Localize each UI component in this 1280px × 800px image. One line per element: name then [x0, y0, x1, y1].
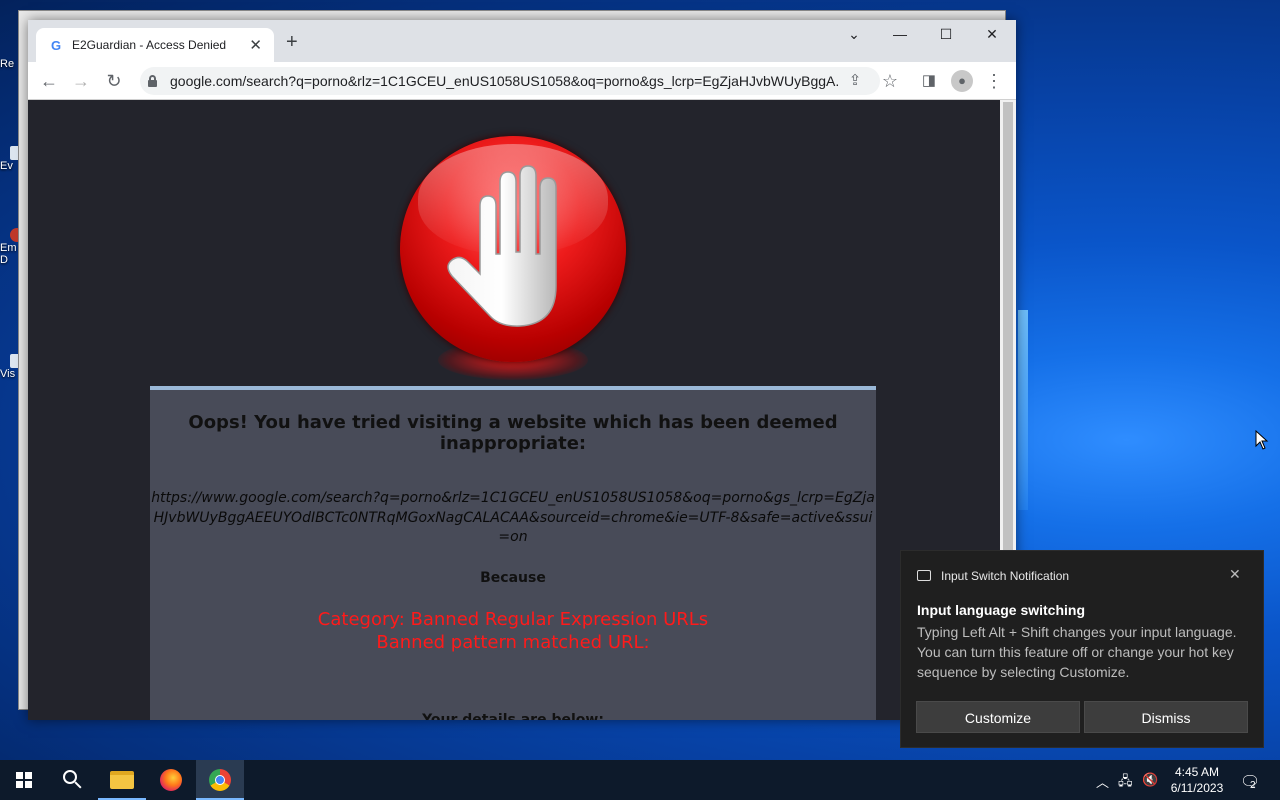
hand-icon — [447, 165, 557, 327]
reason-pattern: Banned pattern matched URL: — [376, 632, 650, 653]
tab-active[interactable]: G E2Guardian - Access Denied ✕ — [36, 28, 274, 62]
network-icon[interactable]: 🖧 — [1118, 772, 1133, 794]
volume-muted-icon[interactable]: 🔇 — [1142, 772, 1158, 788]
lock-icon[interactable] — [148, 75, 157, 87]
tab-close-icon[interactable]: ✕ — [249, 36, 262, 54]
new-tab-icon[interactable]: + — [286, 32, 298, 52]
wallpaper-light — [1018, 310, 1028, 510]
system-clock[interactable]: 4:45 AM 6/11/2023 — [1162, 764, 1232, 796]
minimize-icon[interactable]: — — [890, 26, 910, 42]
browser-window: G E2Guardian - Access Denied ✕ + ⌄ — ☐ ✕… — [28, 20, 1016, 720]
taskbar-chrome[interactable] — [196, 760, 244, 800]
search-icon — [63, 770, 77, 784]
show-hidden-icons-icon[interactable]: ︿ — [1096, 772, 1109, 791]
folder-icon — [110, 771, 134, 789]
keyboard-icon — [917, 570, 931, 581]
close-window-icon[interactable]: ✕ — [982, 26, 1002, 43]
back-icon[interactable]: ← — [38, 70, 60, 92]
windows-logo-icon — [16, 772, 32, 788]
search-button[interactable] — [48, 760, 96, 800]
reload-icon[interactable]: ↻ — [103, 70, 125, 92]
taskbar-firefox[interactable] — [147, 760, 195, 800]
profile-icon[interactable]: ● — [951, 70, 973, 92]
page-content: Oops! You have tried visiting a website … — [28, 100, 1000, 720]
blocked-url: https://www.google.com/search?q=porno&rl… — [151, 490, 875, 545]
mouse-cursor-icon — [1255, 430, 1269, 450]
tab-title: E2Guardian - Access Denied — [72, 38, 227, 52]
tab-search-icon[interactable]: ⌄ — [844, 26, 864, 43]
clock-date: 6/11/2023 — [1170, 781, 1224, 795]
side-panel-icon[interactable]: ◨ — [918, 70, 940, 92]
notification-close-icon[interactable]: ✕ — [1229, 566, 1241, 583]
firefox-icon — [160, 769, 182, 791]
address-bar[interactable]: google.com/search?q=porno&rlz=1C1GCEU_en… — [140, 67, 880, 95]
scrollbar-thumb[interactable] — [1003, 102, 1013, 550]
browser-toolbar: ← → ↻ google.com/search?q=porno&rlz=1C1G… — [28, 62, 1016, 100]
taskbar: ︿ 🖧 🔇 4:45 AM 6/11/2023 🗨 2 — [0, 760, 1280, 800]
input-switch-notification: Input Switch Notification ✕ Input langua… — [900, 550, 1264, 748]
star-icon[interactable]: ☆ — [879, 70, 901, 92]
tab-strip: G E2Guardian - Access Denied ✕ + ⌄ — ☐ ✕ — [28, 20, 1016, 62]
chrome-icon — [209, 769, 231, 791]
forward-icon[interactable]: → — [70, 70, 92, 92]
google-favicon-icon: G — [50, 38, 62, 53]
start-button[interactable] — [0, 760, 48, 800]
block-headline: Oops! You have tried visiting a website … — [188, 412, 838, 454]
reason-category: Category: Banned Regular Expression URLs — [317, 609, 709, 630]
block-reason: Category: Banned Regular Expression URLs… — [150, 608, 876, 654]
clock-time: 4:45 AM — [1174, 765, 1220, 779]
taskbar-file-explorer[interactable] — [98, 760, 146, 800]
dismiss-button[interactable]: Dismiss — [1084, 701, 1248, 733]
notification-app-name: Input Switch Notification — [941, 569, 1070, 583]
notification-title: Input language switching — [917, 602, 1085, 618]
block-message-panel: Oops! You have tried visiting a website … — [150, 386, 876, 720]
because-label: Because — [480, 570, 546, 586]
menu-icon[interactable]: ⋮ — [983, 70, 1005, 92]
notification-body: Typing Left Alt + Shift changes your inp… — [917, 624, 1237, 680]
share-icon[interactable]: ⇪ — [844, 70, 866, 92]
url-text[interactable]: google.com/search?q=porno&rlz=1C1GCEU_en… — [170, 73, 840, 89]
maximize-icon[interactable]: ☐ — [936, 26, 956, 43]
notification-count: 2 — [1250, 780, 1256, 791]
stop-hand-icon — [400, 136, 626, 362]
details-heading: Your details are below: — [422, 712, 604, 720]
customize-button[interactable]: Customize — [916, 701, 1080, 733]
